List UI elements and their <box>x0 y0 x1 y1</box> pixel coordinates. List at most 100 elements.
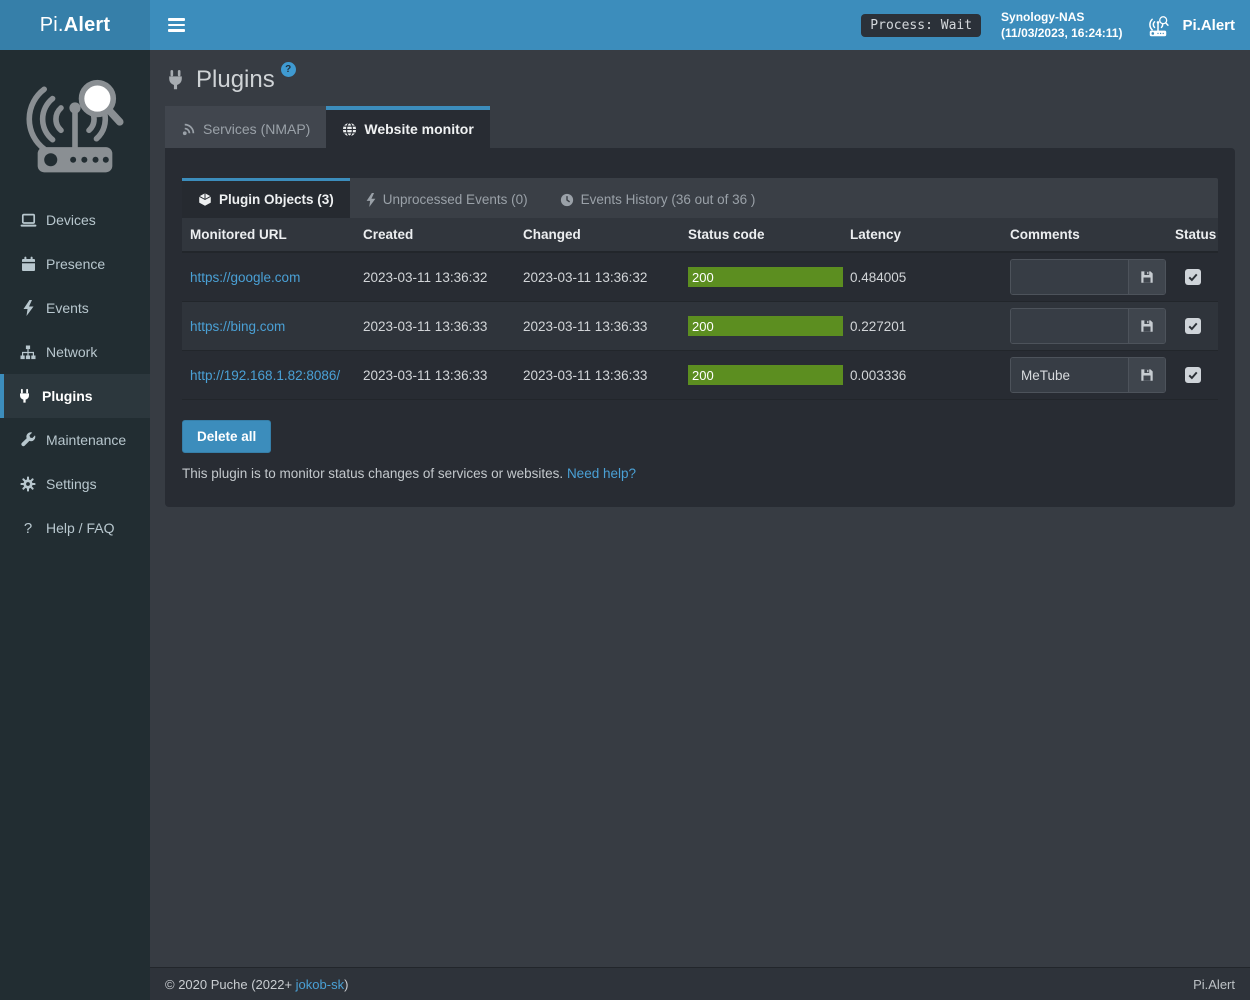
sidebar-item-settings[interactable]: Settings <box>0 462 150 506</box>
sidebar-item-events[interactable]: Events <box>0 286 150 330</box>
delete-all-button[interactable]: Delete all <box>182 420 271 453</box>
comment-input[interactable] <box>1011 260 1128 294</box>
navbar-brand[interactable]: Pi.Alert <box>1142 12 1235 38</box>
sidebar: Devices Presence Events Network <box>0 50 150 1000</box>
col-status: Status <box>1167 218 1218 252</box>
plugin-objects-table: Monitored URL Created Changed Status cod… <box>182 218 1218 400</box>
subtab-plugin-objects[interactable]: Plugin Objects (3) <box>182 178 350 218</box>
page-title: Plugins <box>196 66 275 94</box>
app-logo[interactable]: Pi.Alert <box>0 0 150 50</box>
sidebar-item-label: Plugins <box>42 388 93 404</box>
wrench-icon <box>19 432 37 448</box>
bolt-icon <box>366 193 376 207</box>
plugin-tabs: Services (NMAP) Website monitor <box>165 106 1235 148</box>
sidebar-item-maintenance[interactable]: Maintenance <box>0 418 150 462</box>
table-row: https://bing.com 2023-03-11 13:36:33 202… <box>182 302 1218 351</box>
tab-services-nmap[interactable]: Services (NMAP) <box>165 106 326 148</box>
comment-input[interactable] <box>1011 309 1128 343</box>
router-scan-icon <box>1142 12 1174 38</box>
pialert-logo <box>19 62 131 180</box>
changed-cell: 2023-03-11 13:36:32 <box>515 252 680 302</box>
navbar-brand-text: Pi.Alert <box>1182 17 1235 34</box>
changed-cell: 2023-03-11 13:36:33 <box>515 351 680 400</box>
sidebar-item-help[interactable]: ? Help / FAQ <box>0 506 150 550</box>
monitored-url-link[interactable]: https://google.com <box>190 270 300 285</box>
footer-brand: Pi.Alert <box>1193 977 1235 992</box>
sidebar-item-label: Devices <box>46 212 96 228</box>
website-monitor-panel: Plugin Objects (3) Unprocessed Events (0… <box>165 148 1235 507</box>
jokob-sk-link[interactable]: jokob-sk <box>296 977 344 992</box>
copyright-text: © 2020 Puche (2022+ jokob-sk) <box>165 977 348 992</box>
bolt-icon <box>19 300 37 316</box>
subtab-unprocessed-events[interactable]: Unprocessed Events (0) <box>350 178 544 218</box>
calendar-icon <box>19 256 37 272</box>
host-time: (11/03/2023, 16:24:11) <box>1001 25 1122 41</box>
subtab-label: Plugin Objects (3) <box>219 192 334 207</box>
host-info: Synology-NAS (11/03/2023, 16:24:11) <box>1001 9 1122 41</box>
footer: © 2020 Puche (2022+ jokob-sk) Pi.Alert <box>150 967 1250 1000</box>
monitored-url-link[interactable]: https://bing.com <box>190 319 285 334</box>
latency-cell: 0.003336 <box>842 351 1002 400</box>
need-help-link[interactable]: Need help? <box>567 466 636 481</box>
created-cell: 2023-03-11 13:36:33 <box>355 351 515 400</box>
clock-icon <box>560 193 574 207</box>
col-created: Created <box>355 218 515 252</box>
status-checkbox[interactable] <box>1185 318 1201 334</box>
page-help-badge[interactable]: ? <box>281 62 296 77</box>
sidebar-item-devices[interactable]: Devices <box>0 198 150 242</box>
sidebar-item-label: Presence <box>46 256 105 272</box>
status-code-bar: 200 <box>688 365 843 385</box>
status-checkbox[interactable] <box>1185 269 1201 285</box>
created-cell: 2023-03-11 13:36:33 <box>355 302 515 351</box>
tab-website-monitor[interactable]: Website monitor <box>326 106 489 148</box>
gear-icon <box>19 476 37 492</box>
process-status-badge: Process: Wait <box>861 14 981 37</box>
top-navbar: Pi.Alert Process: Wait Synology-NAS (11/… <box>0 0 1250 50</box>
plugin-description: This plugin is to monitor status changes… <box>182 466 563 481</box>
main-content: Plugins ? Services (NMAP) Website monito… <box>150 50 1250 1000</box>
globe-icon <box>342 122 357 137</box>
subtab-label: Events History (36 out of 36 ) <box>581 192 756 207</box>
sidebar-item-label: Settings <box>46 476 97 492</box>
col-status-code: Status code <box>680 218 842 252</box>
col-changed: Changed <box>515 218 680 252</box>
comment-input[interactable] <box>1011 358 1128 392</box>
created-cell: 2023-03-11 13:36:32 <box>355 252 515 302</box>
sidebar-item-plugins[interactable]: Plugins <box>0 374 150 418</box>
tab-label: Website monitor <box>364 121 473 137</box>
subtab-events-history[interactable]: Events History (36 out of 36 ) <box>544 178 772 218</box>
sidebar-item-presence[interactable]: Presence <box>0 242 150 286</box>
sidebar-item-label: Events <box>46 300 89 316</box>
status-code-bar: 200 <box>688 316 843 336</box>
sidebar-item-network[interactable]: Network <box>0 330 150 374</box>
plug-icon <box>15 388 33 404</box>
host-name: Synology-NAS <box>1001 9 1122 25</box>
status-checkbox[interactable] <box>1185 367 1201 383</box>
sitemap-icon <box>19 345 37 360</box>
hamburger-icon[interactable] <box>164 12 189 38</box>
col-latency: Latency <box>842 218 1002 252</box>
latency-cell: 0.484005 <box>842 252 1002 302</box>
sidebar-item-label: Maintenance <box>46 432 126 448</box>
laptop-icon <box>19 213 37 228</box>
cube-icon <box>198 192 212 207</box>
broadcast-icon <box>181 122 196 137</box>
save-comment-button[interactable] <box>1128 309 1165 343</box>
col-monitored-url: Monitored URL <box>182 218 355 252</box>
floppy-save-icon <box>1140 319 1154 333</box>
monitored-url-link[interactable]: http://192.168.1.82:8086/ <box>190 368 340 383</box>
status-code-bar: 200 <box>688 267 843 287</box>
save-comment-button[interactable] <box>1128 358 1165 392</box>
latency-cell: 0.227201 <box>842 302 1002 351</box>
floppy-save-icon <box>1140 270 1154 284</box>
floppy-save-icon <box>1140 368 1154 382</box>
table-row: https://google.com 2023-03-11 13:36:32 2… <box>182 252 1218 302</box>
question-icon: ? <box>19 520 37 537</box>
plug-icon <box>165 68 186 92</box>
sidebar-item-label: Network <box>46 344 97 360</box>
col-comments: Comments <box>1002 218 1167 252</box>
sidebar-item-label: Help / FAQ <box>46 520 114 536</box>
table-row: http://192.168.1.82:8086/ 2023-03-11 13:… <box>182 351 1218 400</box>
save-comment-button[interactable] <box>1128 260 1165 294</box>
app-logo-text: Pi.Alert <box>40 14 111 37</box>
